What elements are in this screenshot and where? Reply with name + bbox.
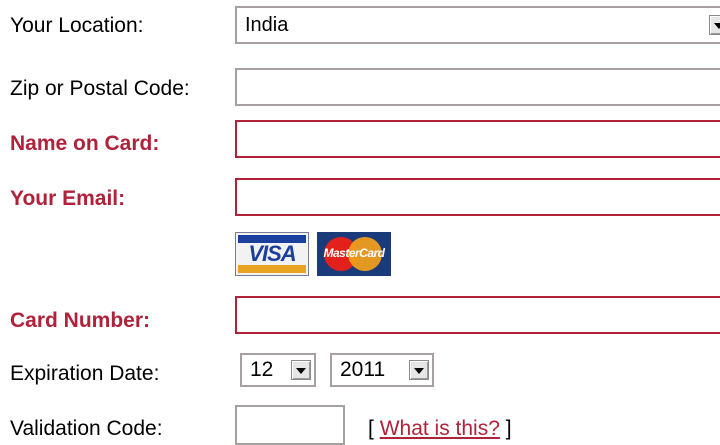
validation-help: [ What is this? ] [368,417,512,441]
mastercard-logo-text: MasterCard [323,246,385,260]
chevron-down-icon[interactable] [709,15,720,35]
location-label: Your Location: [10,14,144,37]
card-number-label: Card Number: [10,309,151,332]
expiration-year-value: 2011 [340,358,386,381]
validation-code-input[interactable] [235,405,345,445]
help-close-bracket: ] [505,417,512,440]
location-selected-value: India [245,14,289,36]
location-select[interactable]: India [235,6,720,44]
expiration-label: Expiration Date: [10,362,160,385]
visa-logo-icon: VISA [235,232,309,276]
card-number-input[interactable] [235,296,720,334]
expiration-year-select[interactable]: 2011 [330,353,434,387]
visa-logo-text: VISA [248,241,296,266]
chevron-down-icon[interactable] [409,360,429,380]
validation-code-label: Validation Code: [10,417,163,440]
expiration-month-select[interactable]: 12 [240,353,316,387]
zip-input[interactable] [235,68,720,106]
name-on-card-input[interactable] [235,120,720,158]
help-open-bracket: [ [368,417,374,440]
email-label: Your Email: [10,187,126,210]
chevron-down-icon[interactable] [291,360,311,380]
zip-label: Zip or Postal Code: [10,77,190,100]
email-input[interactable] [235,178,720,216]
expiration-month-value: 12 [250,358,274,381]
name-on-card-label: Name on Card: [10,132,160,155]
what-is-this-link[interactable]: What is this? [380,417,500,440]
mastercard-logo-icon: MasterCard [317,232,391,276]
